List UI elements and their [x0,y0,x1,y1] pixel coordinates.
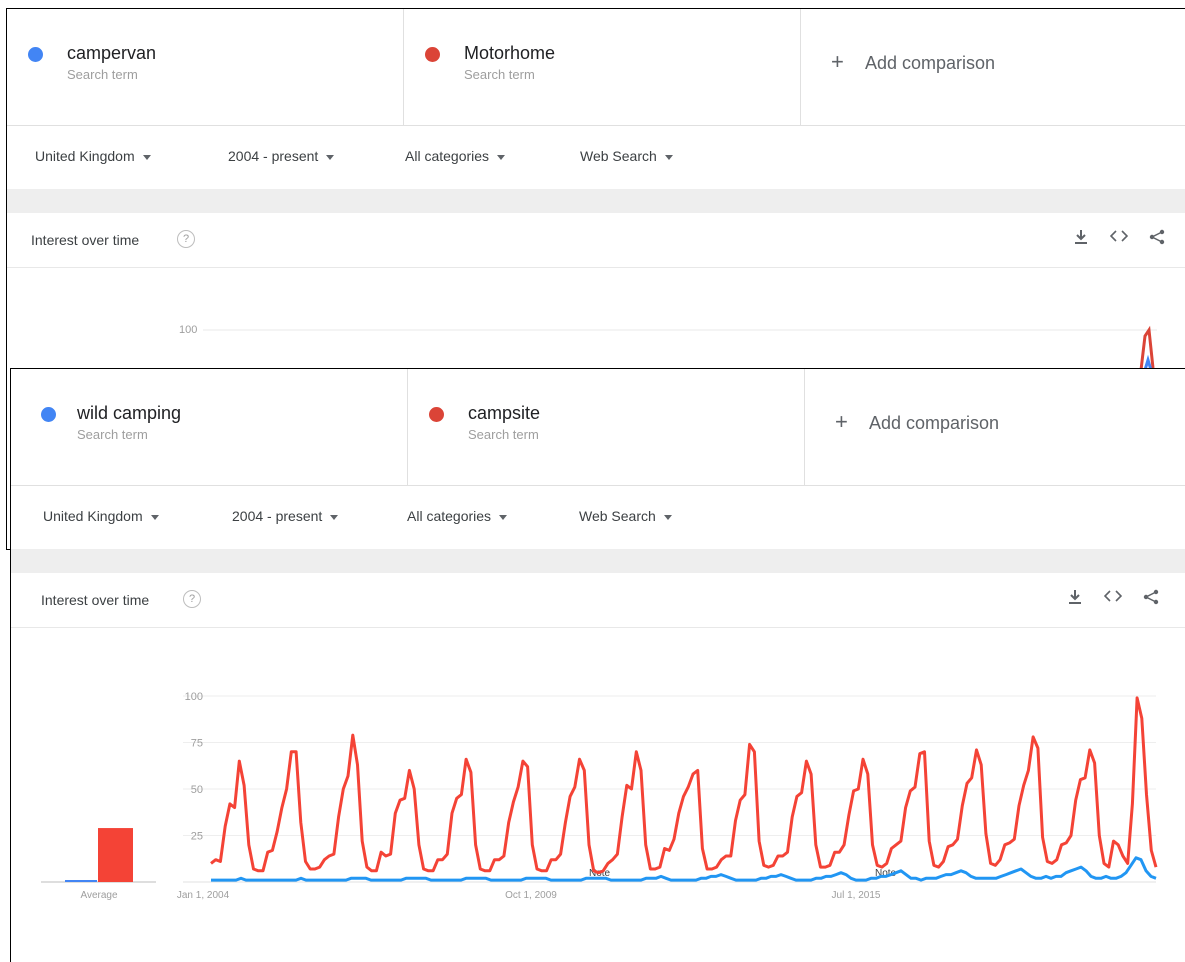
search-type-label: Web Search [580,148,657,164]
x-tick-label: Oct 1, 2009 [505,890,557,901]
search-term-name[interactable]: Motorhome [464,43,555,64]
embed-icon[interactable] [1109,229,1129,250]
plus-icon: + [835,409,848,434]
series-color-dot [41,407,56,422]
help-icon[interactable]: ? [183,590,201,608]
time-range-label: 2004 - present [232,508,323,524]
share-icon[interactable] [1141,589,1161,610]
category-label: All categories [407,508,492,524]
search-term-1[interactable]: wild camping Search term [11,369,408,485]
interest-over-time-chart: Average 25 50 75 100 Jan 1, 2004 Oct 1, 2009… [41,691,1158,901]
average-label: Average [80,890,118,901]
category-label: All categories [405,148,490,164]
search-term-subtitle: Search term [468,427,539,442]
campervan-series-line [1144,354,1152,368]
series-line-wild-camping [211,856,1157,882]
category-dropdown[interactable]: All categories [405,148,506,164]
y-tick-label: 100 [185,691,203,703]
y-tick-label: 75 [191,738,203,750]
add-comparison-button[interactable]: + Add comparison [805,369,1185,485]
time-range-label: 2004 - present [228,148,319,164]
dropdown-caret-icon [326,154,335,160]
average-bar-wild-camping [65,880,97,882]
chart-title: Interest over time [41,592,150,608]
series-line-campsite [210,696,1158,875]
chart-title: Interest over time [31,232,140,248]
search-term-name[interactable]: campsite [468,403,540,424]
dropdown-caret-icon [330,514,339,520]
download-icon[interactable] [1071,229,1091,250]
series-color-dot [28,47,43,62]
y-tick-label: 100 [179,324,197,336]
dropdown-caret-icon [142,154,151,160]
download-icon[interactable] [1065,589,1085,610]
search-type-label: Web Search [579,508,656,524]
plus-icon: + [831,49,844,74]
search-term-subtitle: Search term [77,427,148,442]
add-comparison-label: Add comparison [869,413,1000,433]
dropdown-caret-icon [499,514,508,520]
time-range-dropdown[interactable]: 2004 - present [228,148,335,164]
interest-over-time-header: Interest over time ? [11,573,1185,628]
interest-over-time-header: Interest over time ? [7,213,1185,268]
search-type-dropdown[interactable]: Web Search [580,148,673,164]
bottom-explore-panel: wild camping Search term campsite Search… [10,368,1185,962]
filter-bar: United Kingdom 2004 - present All catego… [7,126,1185,188]
search-term-subtitle: Search term [67,67,138,82]
search-term-subtitle: Search term [464,67,535,82]
search-terms-bar: campervan Search term Motorhome Search t… [7,9,1185,126]
help-icon[interactable]: ? [177,230,195,248]
search-terms-bar: wild camping Search term campsite Search… [11,369,1185,486]
section-gap [7,189,1185,213]
region-label: United Kingdom [35,148,135,164]
add-comparison-button[interactable]: + Add comparison [801,9,1185,125]
region-dropdown[interactable]: United Kingdom [43,508,159,524]
top-chart-area: 100 [179,324,1157,368]
filter-bar: United Kingdom 2004 - present All catego… [11,486,1185,548]
search-term-name[interactable]: wild camping [77,403,181,424]
search-term-2[interactable]: campsite Search term [408,369,805,485]
search-term-2[interactable]: Motorhome Search term [404,9,801,125]
section-gap [11,549,1185,573]
x-tick-label: Jan 1, 2004 [177,890,230,901]
region-dropdown[interactable]: United Kingdom [35,148,151,164]
search-type-dropdown[interactable]: Web Search [579,508,672,524]
y-tick-label: 50 [191,784,203,796]
dropdown-caret-icon [497,154,506,160]
y-tick-label: 25 [191,831,203,843]
dropdown-caret-icon [150,514,159,520]
add-comparison-label: Add comparison [865,53,996,73]
search-term-name[interactable]: campervan [67,43,156,64]
time-range-dropdown[interactable]: 2004 - present [232,508,339,524]
embed-icon[interactable] [1103,589,1123,610]
x-tick-label: Jul 1, 2015 [832,890,881,901]
dropdown-caret-icon [663,514,672,520]
average-bar-campsite [98,828,133,882]
series-color-dot [425,47,440,62]
category-dropdown[interactable]: All categories [407,508,508,524]
series-color-dot [429,407,444,422]
region-label: United Kingdom [43,508,143,524]
share-icon[interactable] [1147,229,1167,250]
search-term-1[interactable]: campervan Search term [7,9,404,125]
dropdown-caret-icon [664,154,673,160]
